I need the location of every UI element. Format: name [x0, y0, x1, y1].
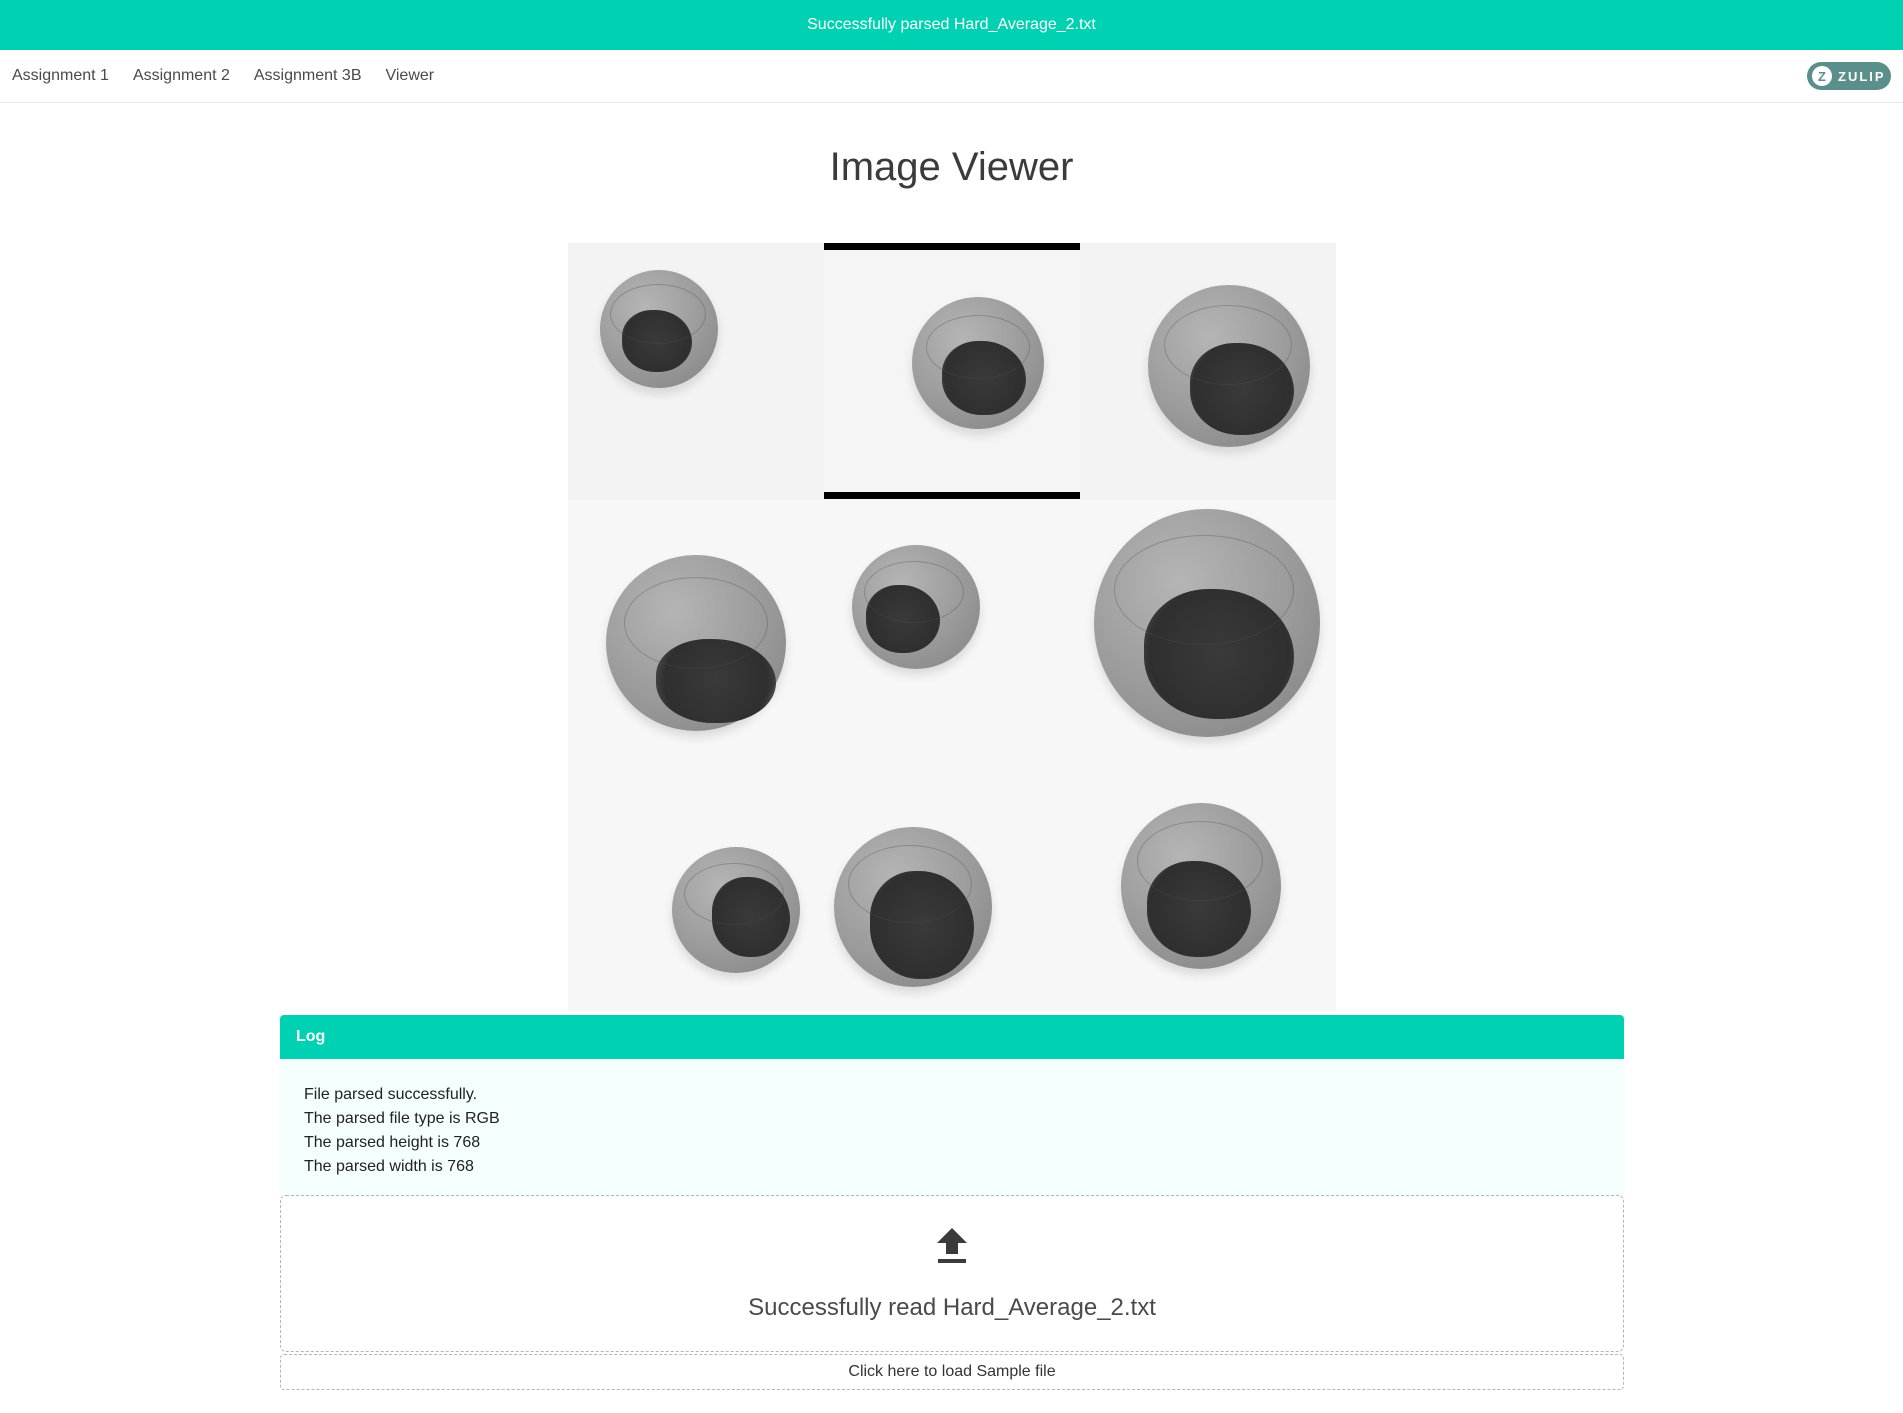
zulip-label: ZULIP	[1838, 68, 1886, 84]
image-grid	[568, 243, 1336, 1011]
log-header: Log	[280, 1015, 1624, 1059]
file-drop-zone[interactable]: Successfully read Hard_Average_2.txt	[280, 1195, 1624, 1352]
image-tile[interactable]	[1080, 499, 1336, 755]
image-tile[interactable]	[1080, 755, 1336, 1011]
image-tile[interactable]	[824, 755, 1080, 1011]
page-title: Image Viewer	[829, 145, 1074, 189]
zulip-logo-icon: Z	[1812, 66, 1832, 86]
upload-icon	[937, 1228, 967, 1263]
image-tile[interactable]	[568, 499, 824, 755]
log-line: File parsed successfully.	[304, 1086, 478, 1103]
status-toast: Successfully parsed Hard_Average_2.txt	[0, 0, 1903, 50]
upload-status: Successfully read Hard_Average_2.txt	[748, 1294, 1156, 1321]
image-tile-selected[interactable]	[824, 243, 1080, 499]
log-body: File parsed successfully. The parsed fil…	[280, 1059, 1624, 1197]
log-line: The parsed height is 768	[304, 1134, 481, 1151]
image-tile[interactable]	[568, 243, 824, 499]
image-tile[interactable]	[568, 755, 824, 1011]
nav-item-assignment-2[interactable]: Assignment 2	[133, 67, 230, 85]
log-line: The parsed file type is RGB	[304, 1110, 500, 1127]
toast-message: Successfully parsed Hard_Average_2.txt	[807, 16, 1096, 33]
log-panel: Log File parsed successfully. The parsed…	[280, 1015, 1624, 1197]
nav-item-assignment-1[interactable]: Assignment 1	[12, 67, 109, 85]
image-tile[interactable]	[824, 499, 1080, 755]
nav-item-assignment-3b[interactable]: Assignment 3B	[254, 67, 362, 85]
nav-item-viewer[interactable]: Viewer	[385, 67, 434, 85]
top-navbar: Assignment 1 Assignment 2 Assignment 3B …	[0, 50, 1903, 103]
image-tile[interactable]	[1080, 243, 1336, 499]
log-line: The parsed width is 768	[304, 1158, 474, 1175]
load-sample-button[interactable]: Click here to load Sample file	[280, 1354, 1624, 1390]
zulip-badge[interactable]: Z ZULIP	[1807, 62, 1891, 90]
